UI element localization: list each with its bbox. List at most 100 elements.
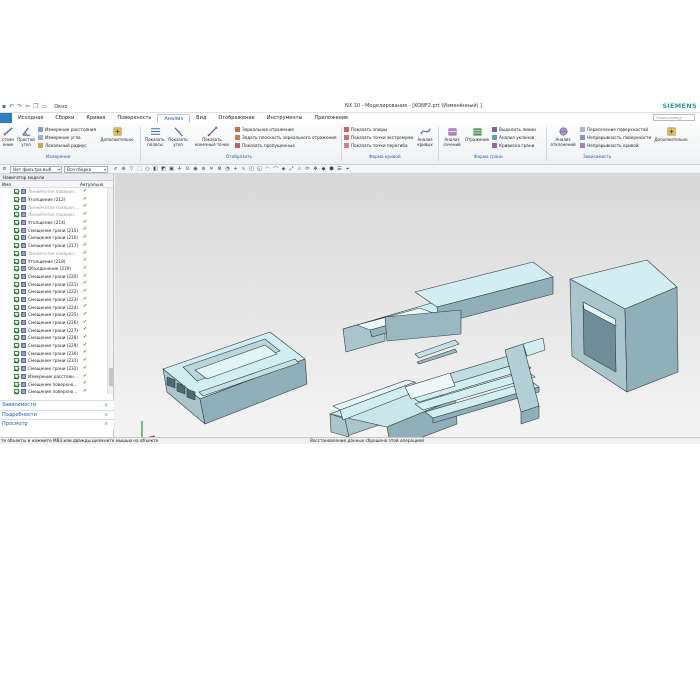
tree-row[interactable]: Утолщение (212) ✔ bbox=[0, 196, 113, 204]
measure-distance-item[interactable]: Измерение расстояния bbox=[38, 127, 96, 132]
visibility-checkbox[interactable] bbox=[14, 389, 19, 395]
visibility-checkbox[interactable] bbox=[14, 227, 19, 233]
tree-row[interactable]: Смещение грани (231) ✔ bbox=[0, 357, 113, 365]
curve-continuity-item[interactable]: Непрерывность кривой bbox=[580, 143, 639, 148]
surface-intersection-item[interactable]: Пересечение поверхностей bbox=[580, 127, 648, 132]
visibility-checkbox[interactable] bbox=[14, 335, 19, 341]
measure-distance-button[interactable]: стоян ение bbox=[0, 126, 16, 147]
fit-view-icon[interactable]: ⤢ bbox=[288, 166, 295, 173]
draft-analysis-item[interactable]: Анализ уклонов bbox=[492, 135, 534, 140]
layers-icon[interactable]: ☰ bbox=[336, 166, 343, 173]
simple-angle-button[interactable]: Простой угол bbox=[17, 126, 35, 147]
graphics-window[interactable] bbox=[115, 174, 700, 437]
zoom-icon[interactable]: ⌕ bbox=[296, 166, 303, 173]
tree-row[interactable]: Смещение грани (227) ✔ bbox=[0, 326, 113, 334]
existing-point-icon[interactable]: + bbox=[232, 166, 239, 173]
tree-row[interactable]: Смещение грани (217) ✔ bbox=[0, 242, 113, 250]
face-select-icon[interactable]: ◧ bbox=[152, 166, 159, 173]
snap-icon[interactable]: ⊕ bbox=[120, 166, 127, 173]
surface-continuity-item[interactable]: Непрерывность поверхности bbox=[580, 135, 651, 140]
tree-row[interactable]: Смещение грани (221) ✔ bbox=[0, 280, 113, 288]
more-button-1[interactable]: Дополнительно bbox=[100, 126, 134, 143]
panel-details[interactable]: Подробности ∨ bbox=[0, 409, 114, 419]
tree-row[interactable]: Смещение поверхно... ✔ bbox=[0, 380, 113, 388]
tree-row[interactable]: Смещение грани (226) ✔ bbox=[0, 319, 113, 327]
highlight-lines-item[interactable]: Выделить линии bbox=[492, 127, 536, 132]
tree-row[interactable]: Смещение грани (216) ✔ bbox=[0, 234, 113, 242]
tab-assemblies[interactable]: Сборки bbox=[49, 114, 80, 123]
local-radius-item[interactable]: Локальный радиус bbox=[38, 143, 87, 148]
column-state-header[interactable]: Актуально bbox=[80, 181, 103, 187]
tangent-icon[interactable]: ⌒ bbox=[272, 166, 279, 173]
render-style-icon[interactable]: ◆ bbox=[320, 166, 327, 173]
column-name-header[interactable]: Имя bbox=[0, 181, 80, 187]
tree-row[interactable]: Смещение грани (220) ✔ bbox=[0, 273, 113, 281]
point-select-icon[interactable]: ✛ bbox=[176, 166, 183, 173]
tree-row[interactable]: Смещение грани (223) ✔ bbox=[0, 296, 113, 304]
copy-icon[interactable]: ❐ bbox=[33, 102, 38, 112]
measure-angle-item[interactable]: Измерение угла bbox=[38, 135, 81, 140]
window-icon[interactable]: ▭ bbox=[42, 102, 48, 112]
control-point-icon[interactable]: ⊚ bbox=[200, 166, 207, 173]
tree-row[interactable]: Смещение грани (224) ✔ bbox=[0, 303, 113, 311]
tree-row[interactable]: Утолщение (218) ✔ bbox=[0, 257, 113, 265]
tree-row[interactable]: Утолщение (214) ✔ bbox=[0, 219, 113, 227]
center-point-icon[interactable]: ⊗ bbox=[216, 166, 223, 173]
navigator-scrollbar[interactable] bbox=[107, 188, 113, 394]
select-arrow-icon[interactable]: ➚ bbox=[112, 166, 119, 173]
show-extremum-item[interactable]: Показать точки экстремума bbox=[344, 135, 413, 140]
tab-analysis[interactable]: Анализ bbox=[157, 114, 191, 123]
visibility-checkbox[interactable] bbox=[14, 296, 19, 302]
arc-center-icon[interactable]: ◠ bbox=[264, 166, 271, 173]
box-part-right[interactable] bbox=[569, 259, 679, 393]
tree-row[interactable]: Смещение грани (222) ✔ bbox=[0, 288, 113, 296]
rotate-icon[interactable]: ⟳ bbox=[304, 166, 311, 173]
tree-row[interactable]: Линейчатая поверхн... ✔ bbox=[0, 250, 113, 258]
tree-row[interactable]: Смещение грани (225) ✔ bbox=[0, 311, 113, 319]
curve-analysis-button[interactable]: Анализ кривых bbox=[414, 126, 436, 147]
section-analysis-button[interactable]: Анализ сечений bbox=[441, 126, 463, 147]
tree-row[interactable]: Смещение поверхно... ✔ bbox=[0, 388, 113, 396]
visibility-checkbox[interactable] bbox=[14, 289, 19, 295]
visibility-checkbox[interactable] bbox=[14, 212, 19, 218]
tab-application[interactable]: Приложение bbox=[309, 114, 355, 123]
mid-point-icon[interactable]: ◉ bbox=[192, 166, 199, 173]
visibility-checkbox[interactable] bbox=[14, 258, 19, 264]
visibility-checkbox[interactable] bbox=[14, 320, 19, 326]
visibility-checkbox[interactable] bbox=[14, 304, 19, 310]
command-search-input[interactable] bbox=[653, 114, 695, 121]
visibility-checkbox[interactable] bbox=[14, 358, 19, 364]
tree-row[interactable]: Смещение грани (229) ✔ bbox=[0, 342, 113, 350]
show-strips-button[interactable]: Показать полосы bbox=[143, 126, 167, 147]
tree-row[interactable]: Линейчатая поверхн... ✔ bbox=[0, 211, 113, 219]
housing-part-left[interactable] bbox=[162, 331, 308, 425]
lasso-icon[interactable]: ○ bbox=[144, 166, 151, 173]
redo-icon[interactable]: ↷ bbox=[17, 102, 22, 112]
visibility-checkbox[interactable] bbox=[14, 327, 19, 333]
show-end-points-button[interactable]: Показать конечные точки bbox=[191, 126, 233, 147]
visibility-checkbox[interactable] bbox=[14, 266, 19, 272]
visibility-checkbox[interactable] bbox=[14, 243, 19, 249]
plug-part-bottom[interactable] bbox=[329, 337, 546, 437]
pole-icon[interactable]: ◈ bbox=[280, 166, 287, 173]
panel-dependencies[interactable]: Зависимости ∨ bbox=[0, 400, 114, 410]
tab-home[interactable]: Исходная bbox=[12, 114, 49, 123]
quadrant-icon[interactable]: ◔ bbox=[224, 166, 231, 173]
show-angle-button[interactable]: Показать угол bbox=[167, 126, 189, 147]
intersection-point-icon[interactable]: ✕ bbox=[208, 166, 215, 173]
window-menu[interactable]: Окно bbox=[54, 102, 67, 112]
visibility-checkbox[interactable] bbox=[14, 281, 19, 287]
tree-row[interactable]: Смещение грани (228) ✔ bbox=[0, 334, 113, 342]
show-skipped-item[interactable]: Показать пропущенные bbox=[235, 143, 295, 148]
visibility-checkbox[interactable] bbox=[14, 189, 19, 195]
undo-icon[interactable]: ↶ bbox=[9, 102, 14, 112]
visibility-checkbox[interactable] bbox=[14, 204, 19, 210]
mirror-item[interactable]: Зеркальное отражение bbox=[235, 127, 294, 132]
visibility-checkbox[interactable] bbox=[14, 273, 19, 279]
pan-icon[interactable]: ✥ bbox=[312, 166, 319, 173]
visibility-checkbox[interactable] bbox=[14, 373, 19, 379]
visibility-checkbox[interactable] bbox=[14, 197, 19, 203]
tab-view[interactable]: Вид bbox=[190, 114, 212, 123]
visibility-checkbox[interactable] bbox=[14, 312, 19, 318]
face-point-icon[interactable]: ◰ bbox=[248, 166, 255, 173]
